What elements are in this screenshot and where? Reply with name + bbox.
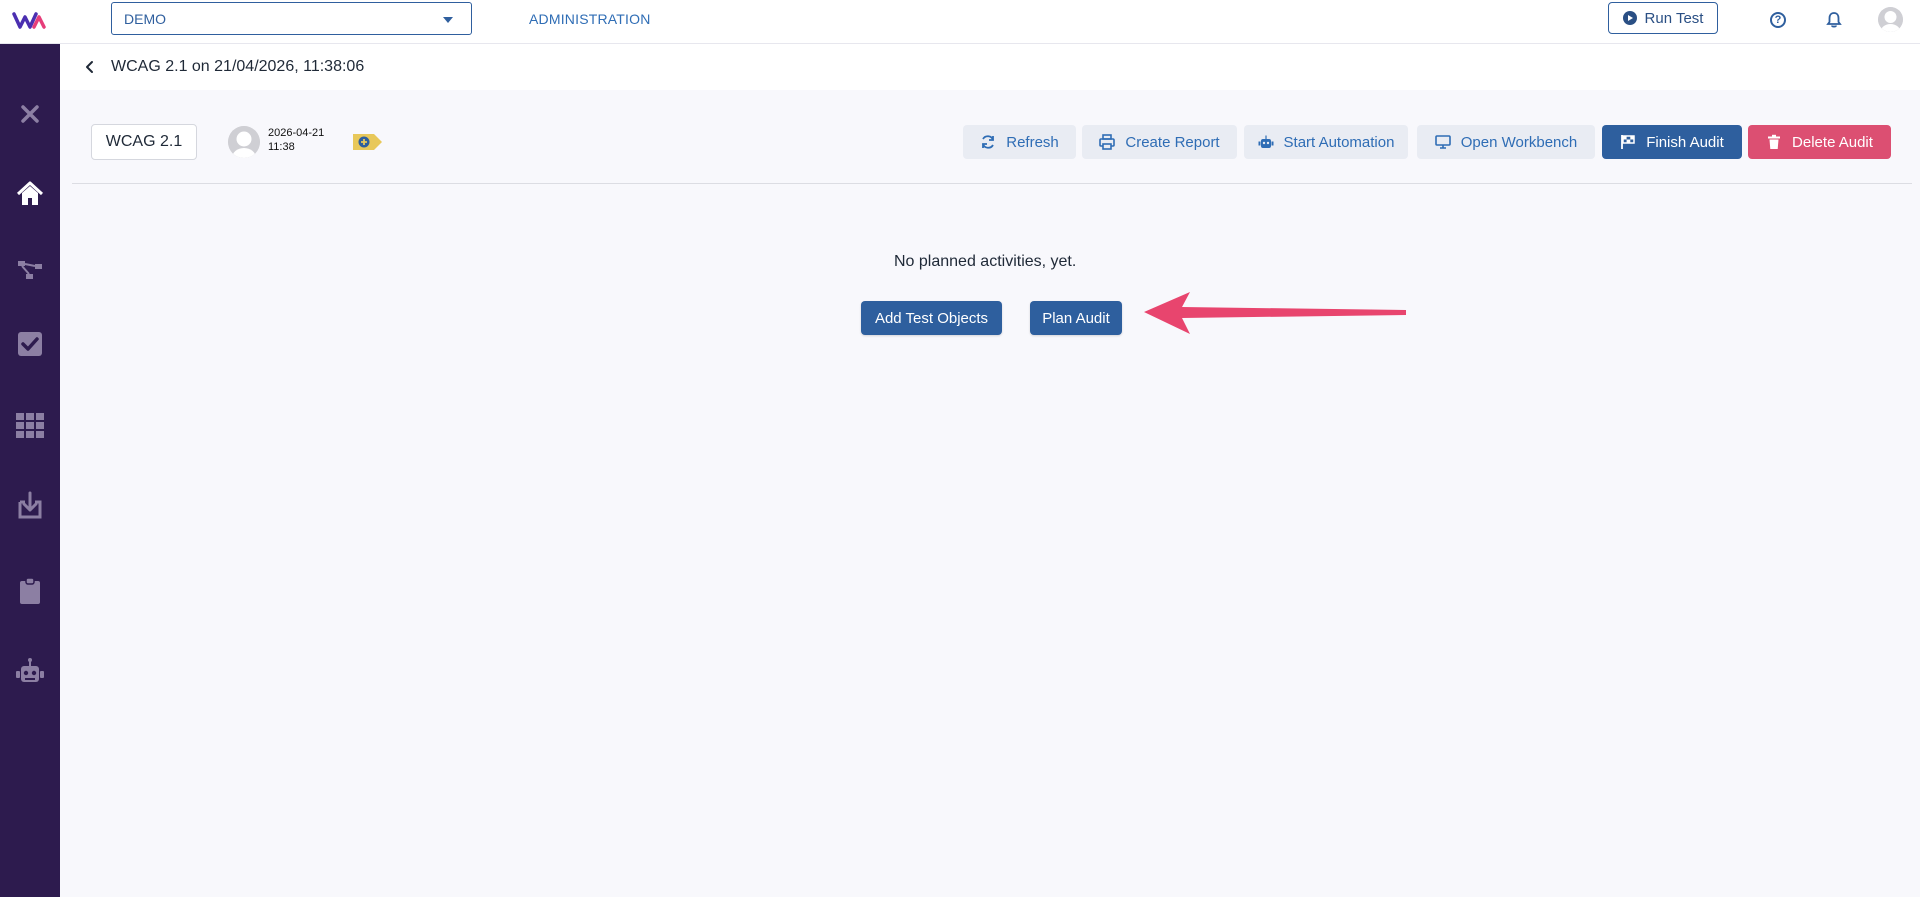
open-workbench-label: Open Workbench (1460, 133, 1578, 151)
delete-audit-button[interactable]: Delete Audit (1748, 125, 1891, 159)
sidebar-item-tasks[interactable] (0, 324, 60, 364)
add-label-icon[interactable] (352, 132, 384, 152)
audit-date: 2026-04-21 11:38 (268, 126, 324, 154)
sidebar (0, 44, 60, 897)
bell-icon[interactable] (1825, 11, 1843, 29)
grid-icon (16, 413, 44, 438)
audit-standard-tag: WCAG 2.1 (91, 124, 197, 160)
clipboard-icon (20, 577, 40, 604)
refresh-icon (982, 135, 995, 149)
create-report-button[interactable]: Create Report (1082, 125, 1237, 159)
printer-icon (1099, 134, 1116, 150)
flag-icon (1621, 135, 1635, 149)
plan-audit-button[interactable]: Plan Audit (1030, 301, 1122, 335)
finish-audit-button[interactable]: Finish Audit (1602, 125, 1742, 159)
sidebar-item-matrix[interactable] (0, 405, 60, 445)
page-header: WCAG 2.1 on 21/04/2026, 11:38:06 (60, 44, 1920, 90)
download-icon (18, 491, 42, 519)
create-report-label: Create Report (1125, 133, 1220, 151)
start-automation-label: Start Automation (1283, 133, 1395, 151)
sidebar-item-automation[interactable] (0, 652, 60, 692)
delete-audit-label: Delete Audit (1792, 133, 1873, 151)
audit-date-time: 11:38 (268, 141, 295, 153)
help-icon[interactable]: ? (1770, 12, 1786, 28)
sidebar-item-reports[interactable] (0, 571, 60, 611)
trash-icon (1768, 134, 1781, 149)
top-bar: DEMO ADMINISTRATION Run Test ? (0, 0, 1920, 44)
sidebar-item-structure[interactable] (0, 250, 60, 290)
chevron-left-icon[interactable] (84, 60, 96, 74)
project-select[interactable]: DEMO (111, 2, 472, 35)
sidebar-item-import[interactable] (0, 485, 60, 525)
robot-icon (16, 658, 44, 682)
sitemap-icon (18, 261, 42, 279)
open-workbench-button[interactable]: Open Workbench (1417, 125, 1595, 159)
add-test-objects-button[interactable]: Add Test Objects (861, 301, 1002, 335)
help-glyph: ? (1774, 14, 1782, 26)
finish-audit-label: Finish Audit (1646, 133, 1724, 151)
monitor-icon (1434, 135, 1451, 149)
run-test-label: Run Test (1644, 9, 1704, 27)
main-content: WCAG 2.1 on 21/04/2026, 11:38:06 WCAG 2.… (60, 44, 1920, 897)
play-icon (1622, 11, 1637, 25)
close-icon (21, 105, 39, 123)
sidebar-item-close[interactable] (0, 94, 60, 134)
page-title: WCAG 2.1 on 21/04/2026, 11:38:06 (111, 58, 365, 75)
home-icon (16, 181, 44, 205)
audit-date-day: 2026-04-21 (268, 127, 325, 139)
project-select-value: DEMO (124, 10, 166, 27)
run-test-button[interactable]: Run Test (1608, 2, 1718, 34)
administration-link[interactable]: ADMINISTRATION (529, 11, 651, 27)
robot-icon (1258, 135, 1274, 148)
divider (72, 183, 1912, 184)
refresh-button[interactable]: Refresh (963, 125, 1076, 159)
logo-icon[interactable] (12, 8, 46, 32)
annotation-arrow (1144, 292, 1406, 334)
sidebar-item-home[interactable] (0, 174, 60, 214)
user-avatar[interactable] (1878, 7, 1903, 32)
chevron-down-icon (443, 17, 453, 23)
start-automation-button[interactable]: Start Automation (1244, 125, 1408, 159)
auditor-avatar (228, 126, 260, 158)
empty-state-message: No planned activities, yet. (894, 253, 1077, 270)
checkbox-icon (18, 332, 42, 356)
refresh-label: Refresh (1006, 133, 1059, 151)
